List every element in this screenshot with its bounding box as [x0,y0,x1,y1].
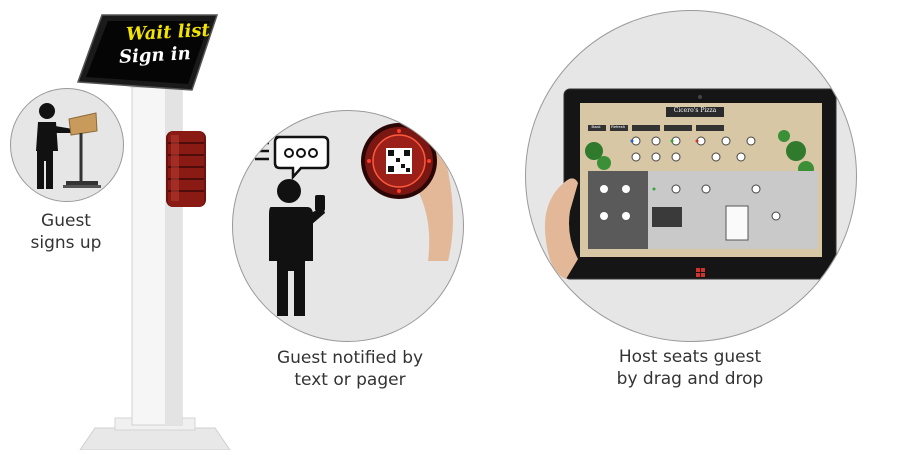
step-signup-caption-line2: signs up [30,233,102,253]
person-at-podium-icon [36,103,101,189]
person-with-phone-icon [251,121,453,316]
step-notify-circle [232,110,464,342]
tablet-back-button[interactable]: Back [587,124,605,130]
tablet-refresh-button[interactable]: Refresh [609,124,627,130]
step-notify-caption-line1: Guest notified by [276,348,424,368]
kiosk-screen-line2: Sign in [118,43,192,68]
tablet-floor-plan-icon [544,88,837,280]
step-seat-caption-line1: Host seats guest [618,347,762,367]
step-notify-caption-line2: text or pager [294,370,406,390]
pager-icon [361,121,453,261]
step-signup-circle [10,88,124,202]
step-seat-caption-line2: by drag and drop [616,369,764,389]
text-message-icon [273,135,330,181]
step-signup-caption: Guest signs up [10,210,122,254]
step-signup-caption-line1: Guest [41,211,91,231]
step-seat-caption: Host seats guest by drag and drop [590,346,790,390]
step-notify-caption: Guest notified by text or pager [250,347,450,391]
kiosk-screen-line1: Wait list [125,19,211,46]
tablet-app-title: Cicero's Pizza [673,107,717,114]
step-seat-circle [525,10,857,342]
pager-stack [166,131,206,207]
